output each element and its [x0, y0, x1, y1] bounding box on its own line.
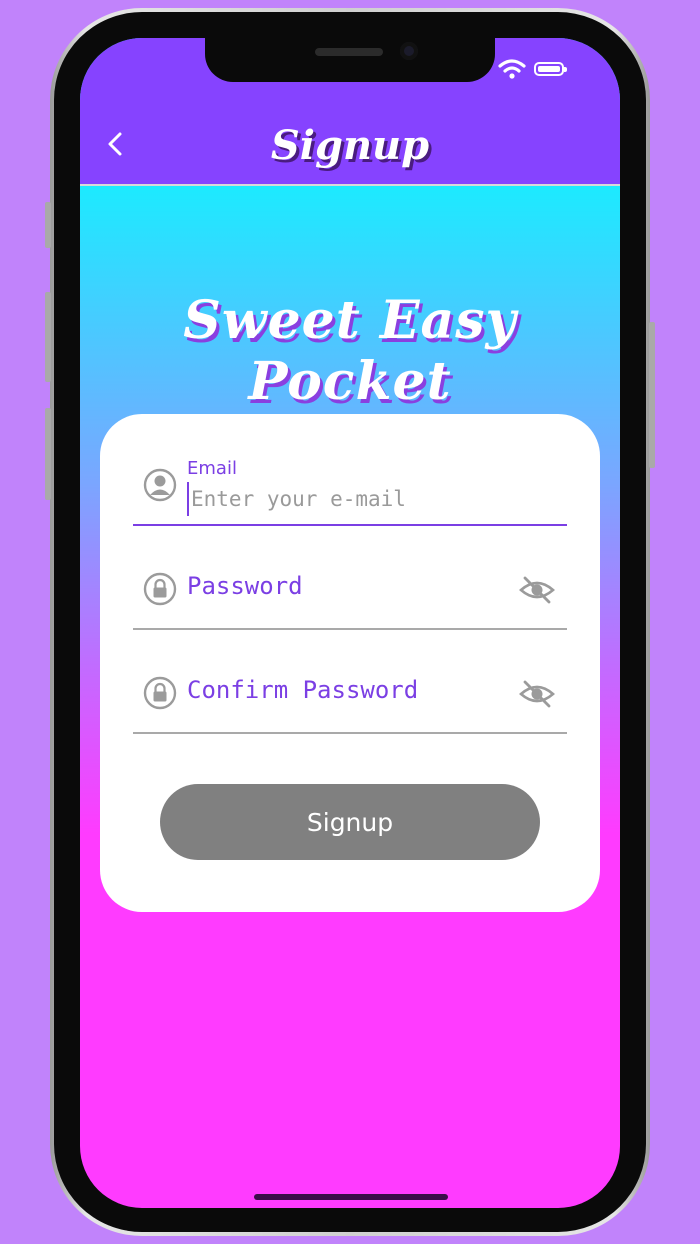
- wifi-icon: [498, 59, 526, 79]
- confirm-password-underline: [133, 732, 567, 734]
- eye-off-icon[interactable]: [519, 574, 555, 606]
- password-field[interactable]: Password: [133, 558, 567, 630]
- lock-icon: [143, 572, 177, 606]
- signup-button[interactable]: Signup: [160, 784, 540, 860]
- email-underline: [133, 524, 567, 526]
- home-indicator: [254, 1194, 448, 1200]
- speaker-grille: [315, 48, 383, 56]
- email-label: Email: [187, 458, 237, 479]
- app-screen: Signup Sweet Easy Pocket Email Password: [80, 38, 620, 1208]
- nav-title: Signup: [270, 122, 430, 169]
- confirm-password-field[interactable]: Confirm Password: [133, 662, 567, 734]
- battery-icon: [534, 62, 567, 76]
- navigation-bar: Signup: [80, 38, 620, 186]
- eye-off-icon[interactable]: [519, 678, 555, 710]
- email-input[interactable]: [187, 482, 511, 516]
- power-button: [649, 322, 655, 468]
- notch: [205, 38, 495, 82]
- app-title: Sweet Easy Pocket: [183, 290, 517, 412]
- email-field[interactable]: Email: [133, 454, 567, 526]
- mute-switch: [45, 202, 51, 248]
- volume-down-button: [45, 408, 51, 500]
- lock-icon: [143, 676, 177, 710]
- front-camera: [400, 42, 418, 60]
- password-underline: [133, 628, 567, 630]
- user-circle-icon: [143, 468, 177, 502]
- volume-up-button: [45, 292, 51, 382]
- signup-form-card: Email Password: [100, 414, 600, 912]
